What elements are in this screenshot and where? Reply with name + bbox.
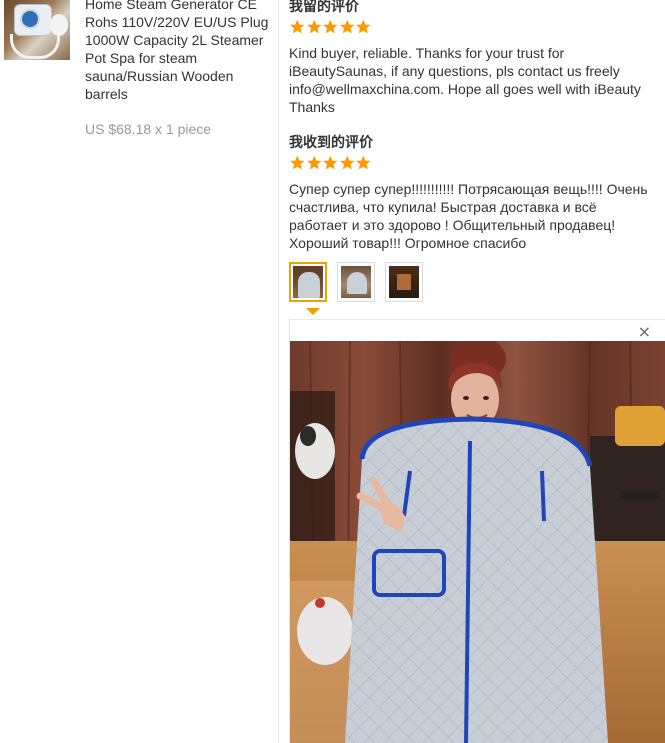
star-icon [306,19,321,34]
star-icon [323,155,338,170]
review-photo-thumb-2[interactable] [337,262,375,302]
product-thumbnail[interactable] [4,0,70,60]
tent-mini [347,272,367,294]
star-icon [339,19,354,34]
tent-mini [298,272,320,298]
review-photo-image [389,266,419,298]
seller-feedback-heading: 我留的评价 [289,0,359,14]
review-photo-thumb-3[interactable] [385,262,423,302]
received-feedback-stars [289,155,372,171]
product-price: US $68.18 x 1 piece [85,121,212,137]
star-icon [356,155,371,170]
review-photo-thumb-1[interactable] [289,262,327,302]
steam-generator-tank [50,14,68,36]
received-feedback-heading: 我收到的评价 [289,134,373,150]
review-photo-image [341,266,371,298]
selected-photo-pointer-icon [306,308,320,315]
steam-generator-mini [397,274,411,290]
close-icon[interactable]: × [638,324,651,340]
seller-feedback-text: Kind buyer, reliable. Thanks for your tr… [289,45,641,115]
review-photo-large [290,341,665,743]
seller-feedback-stars [289,19,372,35]
review-photo-image [293,266,323,298]
sauna-tent-photo [290,341,665,743]
star-icon [356,19,371,34]
star-icon [290,19,305,34]
star-icon [306,155,321,170]
review-photo-strip [289,262,423,302]
steam-hose [10,34,60,59]
star-icon [290,155,305,170]
product-title-link[interactable]: Home Steam Generator CE Rohs 110V/220V E… [85,0,270,103]
received-feedback-text: Супер супер супер!!!!!!!!!!! Потрясающая… [289,181,648,251]
star-icon [339,155,354,170]
column-divider [278,0,279,743]
star-icon [323,19,338,34]
steam-generator-dial [20,9,40,29]
